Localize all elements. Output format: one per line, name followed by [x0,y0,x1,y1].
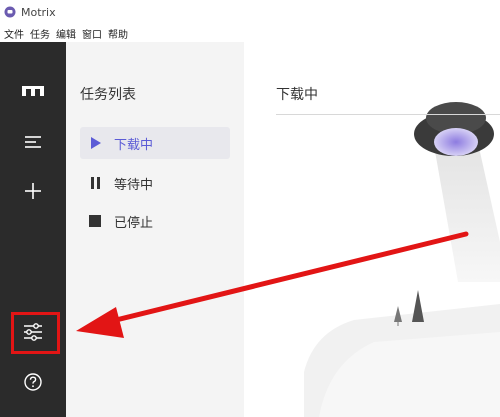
title-divider [276,114,500,115]
task-list-title: 任务列表 [80,87,136,103]
task-filter-label: 已停止 [114,215,154,231]
add-task-button[interactable] [0,171,66,211]
task-filter-stopped[interactable]: 已停止 [80,205,230,237]
task-filter-label: 等待中 [114,177,154,193]
task-list-button[interactable] [0,122,66,162]
menu-help[interactable]: 帮助 [108,26,128,41]
settings-highlight-box [11,312,60,354]
menu-edit[interactable]: 编辑 [56,26,76,41]
menu-lines-icon [25,136,41,148]
side-rail [0,42,66,417]
motrix-window: Motrix 文件 任务 编辑 窗口 帮助 任务列表 下载中 等待中 已停止 下… [0,0,500,417]
question-circle-icon [24,373,42,391]
menu-task[interactable]: 任务 [30,26,50,41]
menu-file[interactable]: 文件 [4,26,24,41]
help-button[interactable] [0,362,66,402]
main-content: 下载中 [244,42,500,417]
task-list-panel: 任务列表 下载中 等待中 已停止 [66,42,244,417]
pause-icon [80,177,110,189]
main-title: 下载中 [276,87,318,103]
plus-icon [25,183,41,199]
menu-bar: 文件 任务 编辑 窗口 帮助 [0,24,500,42]
menu-window[interactable]: 窗口 [82,26,102,41]
window-title: Motrix [21,5,56,19]
task-filter-downloading[interactable]: 下载中 [80,127,230,159]
play-icon [80,137,110,149]
task-filter-label: 下载中 [114,137,154,153]
app-logo-icon [4,6,16,18]
brand-logo-button[interactable] [0,71,66,111]
stop-icon [80,215,110,227]
task-filter-waiting[interactable]: 等待中 [80,167,230,199]
motrix-m-icon [22,86,44,96]
title-bar: Motrix [0,0,500,24]
